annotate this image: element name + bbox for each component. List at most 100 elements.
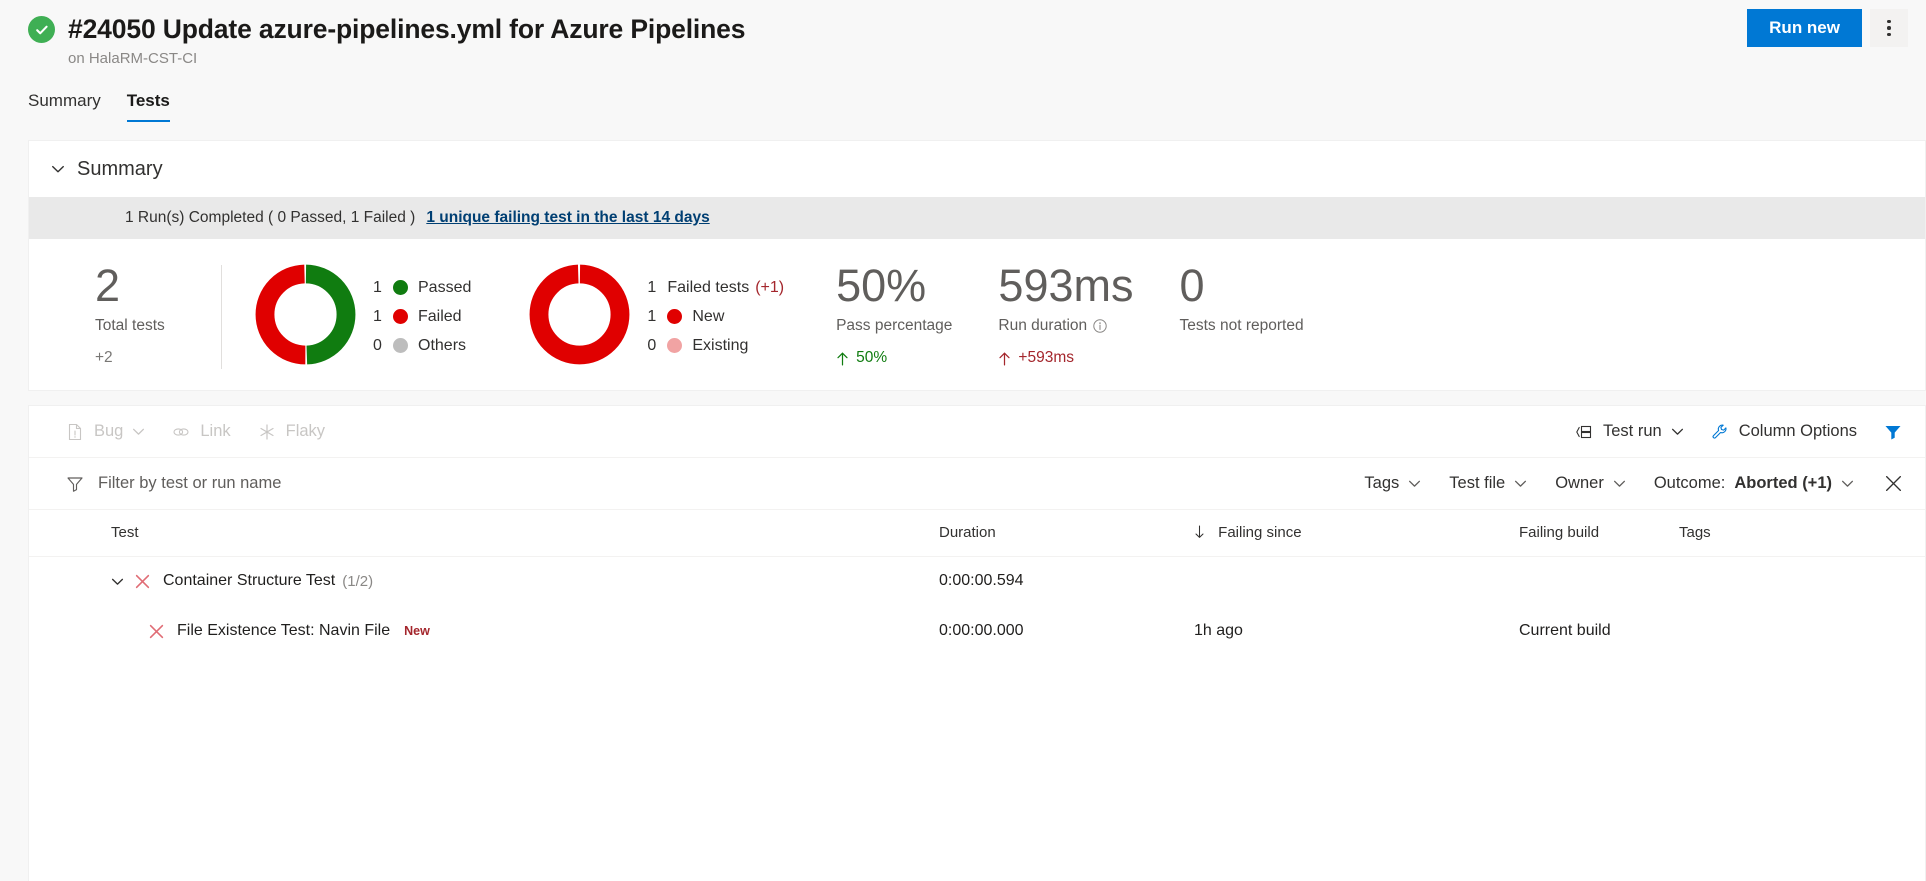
row-duration: 0:00:00.594 bbox=[939, 556, 1194, 606]
table-header: Test Duration Failing since Failing buil… bbox=[29, 510, 1925, 556]
column-header-failing-since-label: Failing since bbox=[1218, 524, 1301, 541]
search-filter-wrap[interactable] bbox=[65, 473, 416, 494]
legend-label-failed-tests: Failed tests bbox=[667, 279, 749, 297]
arrow-up-icon bbox=[998, 351, 1011, 366]
legend-item-failed-tests-title: 1 Failed tests (+1) bbox=[647, 273, 784, 302]
filter-pill-outcome[interactable]: Outcome: Aborted (+1) bbox=[1654, 474, 1854, 493]
run-duration-label: Run duration bbox=[998, 317, 1087, 335]
clear-filters-button[interactable] bbox=[1884, 474, 1903, 493]
failed-x-icon bbox=[134, 573, 151, 590]
legend-dot-failed bbox=[393, 309, 408, 324]
runs-completed-bar: 1 Run(s) Completed ( 0 Passed, 1 Failed … bbox=[29, 197, 1925, 239]
table-row[interactable]: File Existence Test: Navin File New 0:00… bbox=[29, 606, 1925, 656]
tab-tests[interactable]: Tests bbox=[127, 91, 170, 122]
summary-section-toggle[interactable]: Summary bbox=[29, 141, 1925, 197]
metric-total-tests: 2 Total tests +2 bbox=[29, 261, 221, 367]
legend-label-new: New bbox=[692, 308, 724, 326]
column-header-duration[interactable]: Duration bbox=[939, 510, 1194, 556]
total-tests-value: 2 bbox=[95, 261, 221, 311]
failed-legend: 1 Failed tests (+1) 1 New 0 Existing bbox=[647, 261, 784, 360]
run-duration-label-row: Run duration bbox=[998, 317, 1133, 335]
legend-item-new: 1 New bbox=[647, 302, 784, 331]
tab-summary[interactable]: Summary bbox=[28, 91, 101, 122]
chevron-down-icon bbox=[1514, 477, 1527, 490]
row-test-fraction: (1/2) bbox=[342, 573, 373, 590]
funnel-icon bbox=[65, 474, 85, 494]
results-toolbar: Bug Link Flaky bbox=[29, 406, 1925, 458]
vertical-ellipsis-icon bbox=[1887, 20, 1891, 37]
legend-count-failed: 1 bbox=[373, 308, 393, 326]
sort-descending-icon bbox=[1194, 525, 1205, 539]
legend-delta-failed-tests: (+1) bbox=[755, 279, 784, 297]
info-icon[interactable] bbox=[1093, 319, 1107, 333]
link-button-label: Link bbox=[200, 422, 230, 441]
test-results-table: Test Duration Failing since Failing buil… bbox=[29, 510, 1925, 656]
chevron-down-icon[interactable] bbox=[111, 575, 124, 588]
legend-label-others: Others bbox=[418, 337, 466, 355]
legend-dot-existing bbox=[667, 338, 682, 353]
legend-item-passed: 1 Passed bbox=[373, 273, 471, 302]
chevron-down-icon bbox=[51, 162, 65, 176]
total-tests-label: Total tests bbox=[95, 317, 221, 335]
run-new-button[interactable]: Run new bbox=[1747, 9, 1862, 47]
filter-pill-tags-label: Tags bbox=[1364, 474, 1399, 493]
results-toolbar-right: Test run Column Options bbox=[1548, 422, 1903, 442]
build-subtitle: on HalaRM-CST-CI bbox=[68, 50, 1906, 67]
flaky-button[interactable]: Flaky bbox=[257, 422, 325, 442]
summary-card: Summary 1 Run(s) Completed ( 0 Passed, 1… bbox=[28, 140, 1926, 391]
metric-run-duration: 593ms Run duration +593ms bbox=[952, 261, 1133, 367]
bug-button[interactable]: Bug bbox=[65, 422, 145, 442]
filter-pill-test-file-label: Test file bbox=[1449, 474, 1505, 493]
flaky-button-label: Flaky bbox=[286, 422, 325, 441]
row-test-content: File Existence Test: Navin File New bbox=[111, 622, 939, 640]
legend-dot-others bbox=[393, 338, 408, 353]
column-options-button[interactable]: Column Options bbox=[1710, 422, 1857, 442]
legend-label-failed: Failed bbox=[418, 308, 462, 326]
filter-pill-test-file[interactable]: Test file bbox=[1449, 474, 1527, 493]
legend-item-failed: 1 Failed bbox=[373, 302, 471, 331]
row-duration: 0:00:00.000 bbox=[939, 606, 1194, 656]
group-by-icon bbox=[1574, 422, 1594, 442]
unique-failing-tests-link[interactable]: 1 unique failing test in the last 14 day… bbox=[426, 209, 709, 227]
filter-funnel-icon bbox=[1883, 422, 1903, 442]
page-title: #24050 Update azure-pipelines.yml for Az… bbox=[68, 14, 745, 45]
legend-count-failed-tests: 1 bbox=[647, 279, 667, 297]
failed-x-icon bbox=[148, 623, 165, 640]
run-duration-value: 593ms bbox=[998, 261, 1133, 311]
legend-item-existing: 0 Existing bbox=[647, 331, 784, 360]
arrow-up-icon bbox=[836, 351, 849, 366]
metric-tests-not-reported: 0 Tests not reported bbox=[1134, 261, 1304, 335]
column-header-tags[interactable]: Tags bbox=[1679, 510, 1925, 556]
legend-dot-new bbox=[667, 309, 682, 324]
flaky-snowflake-icon bbox=[257, 422, 277, 442]
filter-pill-owner-label: Owner bbox=[1555, 474, 1604, 493]
success-check-icon bbox=[28, 16, 55, 43]
pass-percentage-delta-value: 50% bbox=[856, 349, 887, 367]
runs-completed-text: 1 Run(s) Completed ( 0 Passed, 1 Failed … bbox=[125, 209, 415, 227]
legend-count-new: 1 bbox=[647, 308, 667, 326]
page-root: #24050 Update azure-pipelines.yml for Az… bbox=[0, 0, 1926, 881]
legend-count-others: 0 bbox=[373, 337, 393, 355]
row-tags bbox=[1679, 606, 1925, 656]
row-failing-build bbox=[1519, 556, 1679, 606]
filter-pill-owner[interactable]: Owner bbox=[1555, 474, 1626, 493]
column-options-label: Column Options bbox=[1739, 422, 1857, 441]
column-header-failing-build[interactable]: Failing build bbox=[1519, 510, 1679, 556]
column-header-test[interactable]: Test bbox=[29, 510, 939, 556]
filter-toggle-button[interactable] bbox=[1883, 422, 1903, 442]
row-failing-since: 1h ago bbox=[1194, 606, 1519, 656]
test-run-groupby-button[interactable]: Test run bbox=[1574, 422, 1684, 442]
link-button[interactable]: Link bbox=[171, 422, 230, 442]
tests-not-reported-value: 0 bbox=[1180, 261, 1304, 311]
chevron-down-icon bbox=[1408, 477, 1421, 490]
table-row[interactable]: Container Structure Test (1/2) 0:00:00.5… bbox=[29, 556, 1925, 606]
column-header-failing-since[interactable]: Failing since bbox=[1194, 510, 1519, 556]
search-input[interactable] bbox=[96, 473, 416, 494]
failed-donut-chart bbox=[526, 261, 633, 368]
chevron-down-icon bbox=[1841, 477, 1854, 490]
filter-pill-outcome-value: Aborted (+1) bbox=[1734, 474, 1832, 493]
more-actions-button[interactable] bbox=[1870, 9, 1908, 47]
filter-pill-tags[interactable]: Tags bbox=[1364, 474, 1421, 493]
pass-percentage-value: 50% bbox=[836, 261, 952, 311]
row-test-name: File Existence Test: Navin File bbox=[177, 622, 390, 640]
